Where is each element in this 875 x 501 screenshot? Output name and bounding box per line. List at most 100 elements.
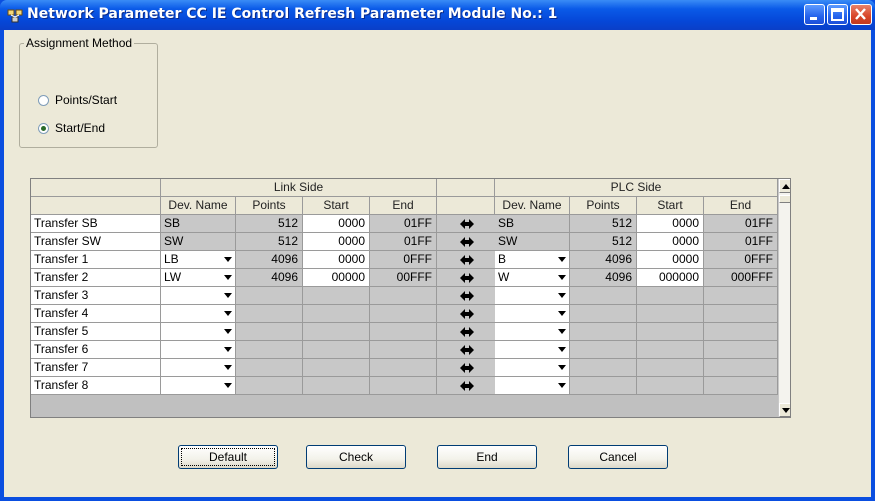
dropdown-arrow-icon[interactable]: [558, 365, 566, 370]
plc-end-cell: [704, 341, 778, 359]
plc-start-cell[interactable]: 000000: [637, 269, 704, 287]
transfer-arrow-cell: [437, 251, 495, 269]
plc-start-cell[interactable]: 0000: [637, 233, 704, 251]
link-dev-name-cell[interactable]: [161, 305, 236, 323]
link-points-cell: 4096: [236, 269, 303, 287]
plc-dev-name-cell[interactable]: W: [495, 269, 570, 287]
end-button[interactable]: End: [437, 445, 537, 469]
link-dev-name-cell[interactable]: LB: [161, 251, 236, 269]
dialog-window: Network Parameter CC IE Control Refresh …: [0, 0, 875, 501]
close-button[interactable]: [850, 4, 872, 25]
row-label: Transfer 5: [31, 323, 161, 341]
dropdown-arrow-icon[interactable]: [558, 329, 566, 334]
dropdown-arrow-icon[interactable]: [558, 257, 566, 262]
title-bar[interactable]: Network Parameter CC IE Control Refresh …: [0, 0, 875, 30]
link-end-cell: [370, 323, 437, 341]
dropdown-arrow-icon[interactable]: [224, 311, 232, 316]
double-arrow-icon: [460, 345, 474, 355]
radio-button[interactable]: [38, 122, 49, 134]
plc-start-cell[interactable]: 0000: [637, 215, 704, 233]
link-side-header: Link Side: [161, 179, 437, 197]
link-dev-name-cell[interactable]: [161, 323, 236, 341]
plc-dev-name-cell[interactable]: [495, 305, 570, 323]
plc-points-cell: [570, 305, 637, 323]
link-start-cell: [303, 287, 370, 305]
link-dev-name-cell[interactable]: [161, 341, 236, 359]
maximize-button[interactable]: [827, 4, 848, 25]
dropdown-arrow-icon[interactable]: [224, 347, 232, 352]
double-arrow-icon: [460, 363, 474, 373]
plc-dev-name-cell[interactable]: B: [495, 251, 570, 269]
header-corner: [31, 179, 161, 197]
plc-dev-name-cell[interactable]: [495, 377, 570, 395]
plc-end-cell: [704, 377, 778, 395]
cancel-button[interactable]: Cancel: [568, 445, 668, 469]
dropdown-arrow-icon[interactable]: [558, 347, 566, 352]
dropdown-arrow-icon[interactable]: [558, 293, 566, 298]
dev-name-value: B: [498, 252, 507, 266]
radio-points-start[interactable]: Points/Start: [38, 92, 117, 108]
link-end-cell: 00FFF: [370, 269, 437, 287]
dev-name-value: W: [498, 270, 510, 284]
minimize-button[interactable]: [804, 4, 825, 25]
transfer-arrow-cell: [437, 377, 495, 395]
scroll-up-button[interactable]: [779, 179, 790, 193]
dropdown-arrow-icon[interactable]: [224, 293, 232, 298]
header-arrow-blank: [437, 179, 495, 197]
plc-points-cell: 512: [570, 233, 637, 251]
dropdown-arrow-icon[interactable]: [224, 329, 232, 334]
plc-start-cell: [637, 341, 704, 359]
dropdown-arrow-icon[interactable]: [558, 311, 566, 316]
vertical-scrollbar[interactable]: [778, 179, 790, 417]
link-dev-name-cell[interactable]: [161, 359, 236, 377]
plc-dev-name-cell: SW: [495, 233, 570, 251]
plc-dev-name-cell[interactable]: [495, 341, 570, 359]
link-start-cell[interactable]: 0000: [303, 233, 370, 251]
dropdown-arrow-icon[interactable]: [224, 257, 232, 262]
dropdown-arrow-icon[interactable]: [224, 383, 232, 388]
radio-button[interactable]: [38, 94, 49, 106]
link-end-cell: 01FF: [370, 233, 437, 251]
row-label: Transfer 7: [31, 359, 161, 377]
check-button[interactable]: Check: [306, 445, 406, 469]
plc-start-cell: [637, 377, 704, 395]
link-start-cell[interactable]: 00000: [303, 269, 370, 287]
link-start-cell[interactable]: 0000: [303, 251, 370, 269]
link-points-cell: 512: [236, 233, 303, 251]
column-header-start: Start: [303, 197, 370, 215]
transfer-arrow-cell: [437, 287, 495, 305]
link-dev-name-cell[interactable]: [161, 377, 236, 395]
link-dev-name-cell[interactable]: [161, 287, 236, 305]
dev-name-value: SB: [498, 216, 515, 230]
link-start-cell[interactable]: 0000: [303, 215, 370, 233]
dropdown-arrow-icon[interactable]: [224, 275, 232, 280]
double-arrow-icon: [460, 273, 474, 283]
scroll-down-icon: [782, 408, 790, 413]
link-end-cell: 01FF: [370, 215, 437, 233]
link-points-cell: [236, 359, 303, 377]
link-points-cell: 4096: [236, 251, 303, 269]
scroll-thumb[interactable]: [779, 195, 790, 203]
link-dev-name-cell[interactable]: LW: [161, 269, 236, 287]
plc-dev-name-cell[interactable]: [495, 359, 570, 377]
radio-start-end[interactable]: Start/End: [38, 120, 105, 136]
plc-dev-name-cell[interactable]: [495, 323, 570, 341]
default-button[interactable]: Default: [178, 445, 278, 469]
network-icon: [7, 9, 23, 23]
link-points-cell: [236, 305, 303, 323]
dropdown-arrow-icon[interactable]: [224, 365, 232, 370]
dropdown-arrow-icon[interactable]: [558, 275, 566, 280]
dropdown-arrow-icon[interactable]: [558, 383, 566, 388]
plc-start-cell[interactable]: 0000: [637, 251, 704, 269]
link-start-cell: [303, 323, 370, 341]
plc-points-cell: 4096: [570, 269, 637, 287]
link-end-cell: [370, 359, 437, 377]
dev-name-value: LB: [164, 252, 179, 266]
link-points-cell: [236, 341, 303, 359]
plc-points-cell: [570, 323, 637, 341]
scroll-down-button[interactable]: [779, 403, 790, 417]
row-label: Transfer SW: [31, 233, 161, 251]
plc-dev-name-cell[interactable]: [495, 287, 570, 305]
link-end-cell: [370, 287, 437, 305]
link-start-cell: [303, 305, 370, 323]
